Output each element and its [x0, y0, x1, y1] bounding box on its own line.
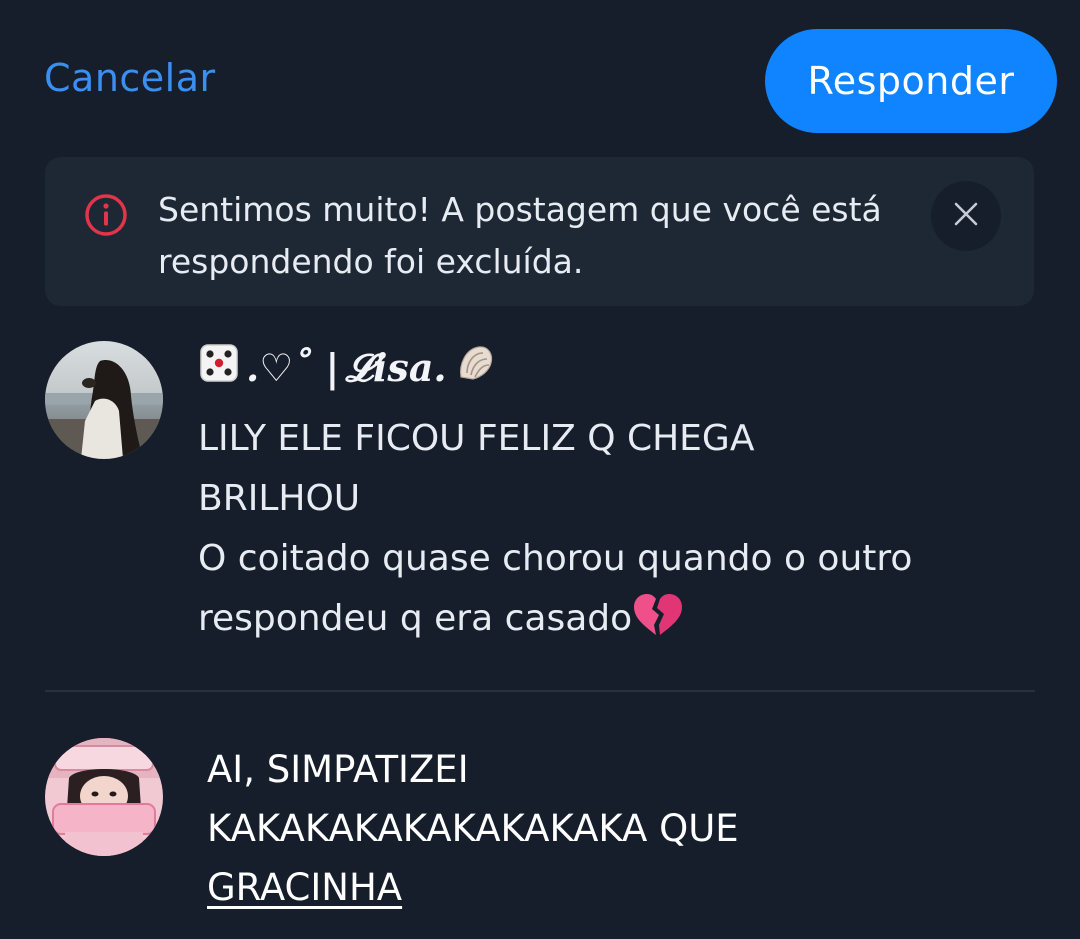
- author-name-prefix: .♡˚ |: [246, 345, 340, 390]
- divider: [45, 690, 1035, 692]
- close-icon: [953, 201, 979, 231]
- avatar[interactable]: [45, 341, 163, 459]
- notice-message: Sentimos muito! A postagem que você está…: [158, 190, 882, 281]
- cancel-button[interactable]: Cancelar: [44, 56, 216, 100]
- deleted-post-notice: Sentimos muito! A postagem que você está…: [45, 157, 1034, 306]
- broken-heart-icon: [632, 590, 684, 650]
- original-post: .♡˚ | 𝓛isa. LILY ELE FICOU FELIZ Q CHEGA…: [0, 331, 1080, 671]
- post-body: LILY ELE FICOU FELIZ Q CHEGA BRILHOU O c…: [198, 409, 1018, 650]
- reply-text-main: AI, SIMPATIZEI KAKAKAKAKAKAKAKAKA QUE: [207, 748, 739, 850]
- reply-button[interactable]: Responder: [765, 29, 1057, 133]
- info-icon: [83, 192, 129, 238]
- reply-input[interactable]: AI, SIMPATIZEI KAKAKAKAKAKAKAKAKA QUE GR…: [207, 740, 1027, 917]
- avatar[interactable]: [45, 738, 163, 856]
- dismiss-notice-button[interactable]: [931, 181, 1001, 251]
- author-name[interactable]: .♡˚ | 𝓛isa.: [198, 341, 497, 394]
- reply-text-underlined: GRACINHA: [207, 866, 403, 909]
- shell-icon: [453, 341, 497, 394]
- post-text: LILY ELE FICOU FELIZ Q CHEGA BRILHOU O c…: [198, 418, 913, 639]
- top-bar: Cancelar Responder: [0, 0, 1080, 150]
- author-name-text: 𝓛isa.: [345, 344, 447, 390]
- reply-composer: AI, SIMPATIZEI KAKAKAKAKAKAKAKAKA QUE GR…: [0, 738, 1080, 939]
- die-icon: [198, 342, 240, 393]
